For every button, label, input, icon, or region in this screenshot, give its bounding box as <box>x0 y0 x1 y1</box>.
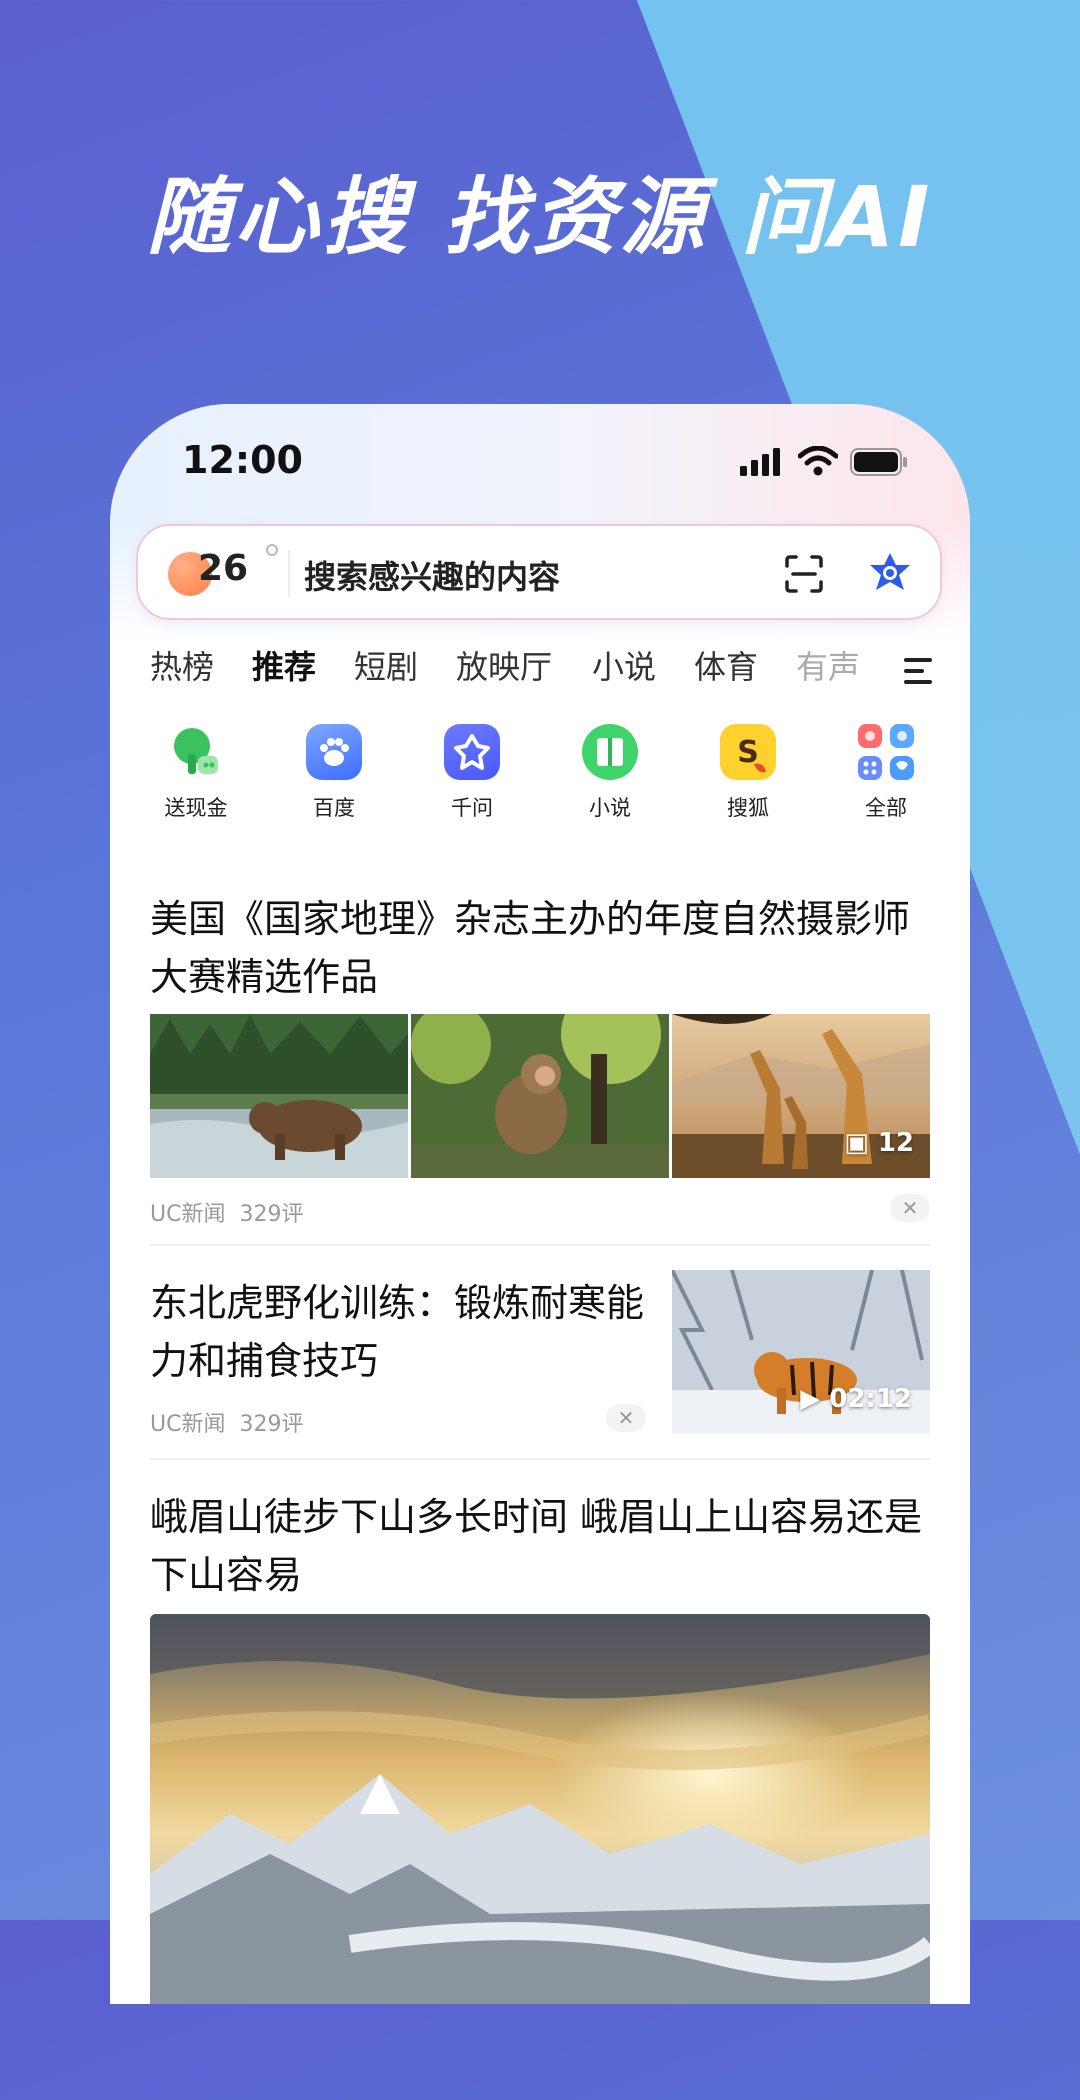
dismiss-button[interactable]: ✕ <box>606 1404 646 1432</box>
tab-hot[interactable]: 热榜 <box>150 642 214 688</box>
news-comments: 329评 <box>239 1202 304 1227</box>
search-divider <box>288 550 290 598</box>
image-count: 12 <box>877 1128 914 1158</box>
tab-short-drama[interactable]: 短剧 <box>354 642 418 688</box>
app-sohu[interactable]: S 搜狐 <box>688 724 808 822</box>
play-icon: ▶ <box>800 1384 830 1414</box>
sohu-icon: S <box>720 724 776 780</box>
news-title[interactable]: 峨眉山徒步下山多长时间 峨眉山上山容易还是下山容易 <box>150 1488 930 1604</box>
weather-temperature[interactable]: 26 <box>198 548 248 589</box>
tab-novel[interactable]: 小说 <box>592 642 656 688</box>
status-time: 12:00 <box>182 438 303 482</box>
app-novel[interactable]: 小说 <box>550 724 670 822</box>
signal-icon <box>740 448 780 476</box>
news-image-mountains[interactable] <box>150 1614 930 2004</box>
battery-icon <box>850 448 907 476</box>
close-icon: ✕ <box>617 1406 635 1430</box>
grid-icon <box>858 724 914 780</box>
close-icon: ✕ <box>901 1196 919 1220</box>
app-label: 全部 <box>865 796 907 820</box>
paw-icon <box>306 724 362 780</box>
news-image-monkey[interactable] <box>411 1014 669 1178</box>
news-divider <box>150 1244 930 1246</box>
search-bar[interactable]: 26 搜索感兴趣的内容 <box>136 524 942 620</box>
news-image-bear[interactable] <box>150 1014 408 1178</box>
news-title[interactable]: 东北虎野化训练：锻炼耐寒能力和捕食技巧 <box>150 1274 650 1390</box>
app-label: 千问 <box>451 796 493 820</box>
phone-frame: 12:00 26 搜索感兴趣的内容 热榜 推荐 短剧 放映厅 小说 体育 有声 … <box>110 404 970 2004</box>
gallery-icon: ▣ <box>844 1128 878 1158</box>
news-divider <box>150 1458 930 1460</box>
tab-cinema[interactable]: 放映厅 <box>456 642 552 688</box>
app-cash[interactable]: 送现金 <box>136 724 256 822</box>
qianwen-icon <box>444 724 500 780</box>
channel-tabs: 热榜 推荐 短剧 放映厅 小说 体育 有声 <box>150 642 970 702</box>
tree-icon <box>168 724 224 780</box>
news-comments: 329评 <box>239 1412 304 1437</box>
shortcut-apps: 送现金 百度 千问 小说 S 搜狐 全部 <box>110 724 970 874</box>
tab-recommend[interactable]: 推荐 <box>252 642 316 688</box>
video-duration-badge: ▶ 02:12 <box>800 1384 912 1414</box>
news-source: UC新闻 <box>150 1202 226 1227</box>
app-label: 小说 <box>589 796 631 820</box>
video-duration: 02:12 <box>829 1384 912 1414</box>
tab-audio[interactable]: 有声 <box>796 642 860 688</box>
search-input[interactable]: 搜索感兴趣的内容 <box>304 552 560 598</box>
app-label: 百度 <box>313 796 355 820</box>
news-title[interactable]: 美国《国家地理》杂志主办的年度自然摄影师大赛精选作品 <box>150 890 930 1006</box>
app-label: 搜狐 <box>727 796 769 820</box>
menu-icon[interactable] <box>904 656 934 686</box>
app-all[interactable]: 全部 <box>826 724 946 822</box>
status-bar: 12:00 <box>110 434 970 494</box>
news-meta: UC新闻 329评 <box>150 1406 303 1438</box>
ai-assistant-icon[interactable] <box>866 550 914 598</box>
image-count-badge: ▣ 12 <box>844 1128 914 1158</box>
news-video-tiger[interactable]: ▶ 02:12 <box>672 1270 930 1434</box>
news-meta: UC新闻 329评 <box>150 1196 303 1228</box>
app-label: 送现金 <box>164 796 228 820</box>
app-baidu[interactable]: 百度 <box>274 724 394 822</box>
news-image-giraffes[interactable]: ▣ 12 <box>672 1014 930 1178</box>
app-qianwen[interactable]: 千问 <box>412 724 532 822</box>
degree-icon <box>266 544 278 556</box>
promo-headline: 随心搜 找资源 问AI <box>146 168 934 266</box>
book-icon <box>582 724 638 780</box>
scan-icon[interactable] <box>784 554 824 594</box>
dismiss-button[interactable]: ✕ <box>890 1194 930 1222</box>
news-source: UC新闻 <box>150 1412 226 1437</box>
wifi-icon <box>798 446 838 476</box>
tab-sports[interactable]: 体育 <box>694 642 758 688</box>
